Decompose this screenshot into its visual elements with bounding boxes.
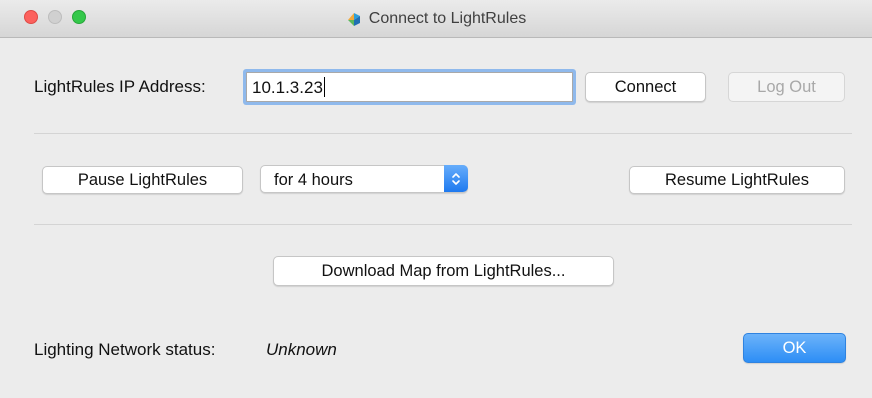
ip-address-label: LightRules IP Address: xyxy=(34,77,206,96)
ok-button[interactable]: OK xyxy=(743,333,846,363)
up-down-chevron-icon xyxy=(444,165,468,192)
window-title: Connect to LightRules xyxy=(368,9,527,27)
connect-window: Connect to LightRules LightRules IP Addr… xyxy=(0,0,872,398)
download-map-button[interactable]: Download Map from LightRules... xyxy=(273,256,614,286)
pause-duration-select[interactable]: for 4 hours xyxy=(260,165,468,193)
ip-address-input[interactable]: 10.1.3.23 xyxy=(246,72,573,102)
pause-duration-value: for 4 hours xyxy=(274,171,353,189)
network-status-value: Unknown xyxy=(266,340,337,359)
network-status-label: Lighting Network status: xyxy=(34,340,216,359)
log-out-button[interactable]: Log Out xyxy=(728,72,845,102)
lightrules-app-icon xyxy=(347,12,360,26)
resume-lightrules-button[interactable]: Resume LightRules xyxy=(629,166,845,194)
text-caret xyxy=(323,77,325,97)
pause-lightrules-button[interactable]: Pause LightRules xyxy=(42,166,243,194)
window-title-group: Connect to LightRules xyxy=(0,0,872,37)
divider-top xyxy=(34,133,852,134)
title-bar[interactable]: Connect to LightRules xyxy=(0,0,872,38)
connect-button[interactable]: Connect xyxy=(585,72,706,102)
ip-address-value: 10.1.3.23 xyxy=(252,78,323,97)
divider-bottom xyxy=(34,224,852,225)
